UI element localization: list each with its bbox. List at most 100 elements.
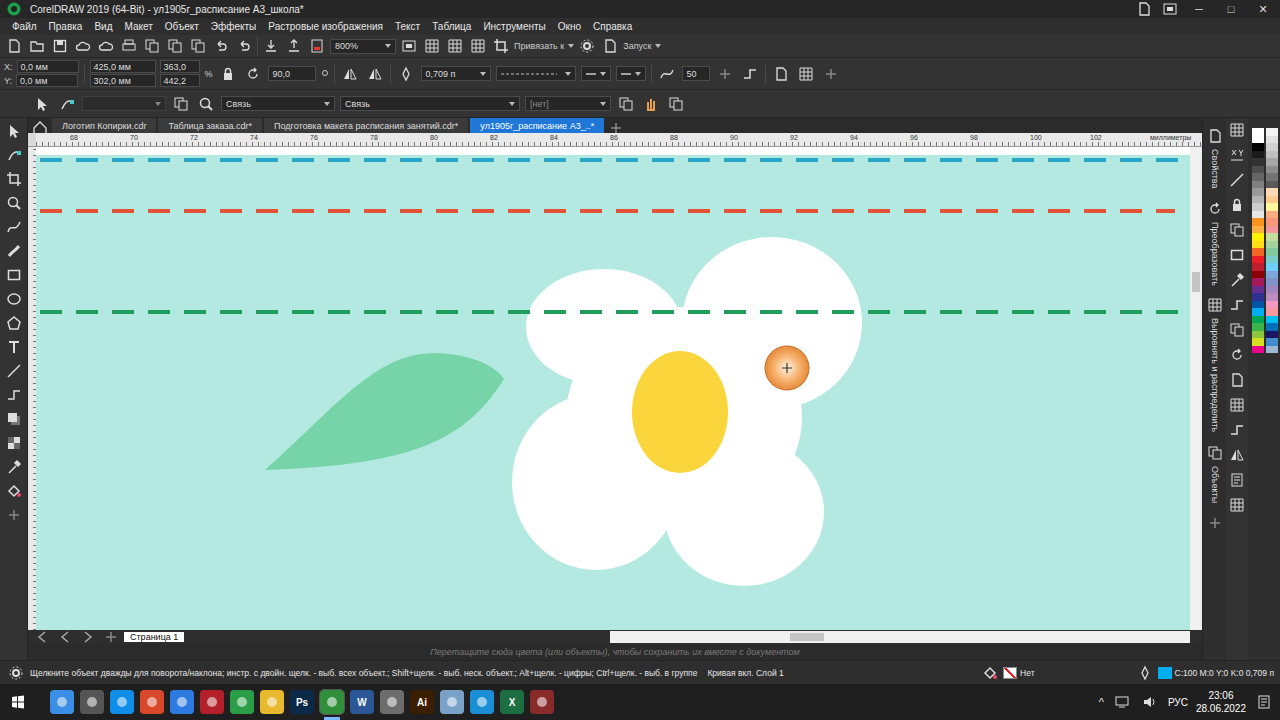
taskbar-app[interactable]: [530, 690, 554, 714]
launch-icon[interactable]: [600, 36, 620, 56]
color-swatch[interactable]: [1252, 143, 1264, 151]
taskbar-app[interactable]: Ps: [290, 690, 314, 714]
doc-quick-icon[interactable]: [1227, 370, 1247, 390]
doc-icon[interactable]: [4, 36, 24, 56]
line-tool-icon[interactable]: [4, 361, 24, 381]
color-swatch[interactable]: [1252, 166, 1264, 174]
color-swatch[interactable]: [1252, 203, 1264, 211]
end-arrow-dropdown[interactable]: [616, 66, 646, 81]
cloud-icon[interactable]: [96, 36, 116, 56]
redo-icon[interactable]: [234, 36, 254, 56]
menu-item[interactable]: Таблица: [426, 21, 477, 32]
scale-field[interactable]: 442,2: [160, 74, 200, 87]
color-swatch[interactable]: [1266, 173, 1278, 181]
color-swatch[interactable]: [1252, 136, 1264, 144]
save-icon[interactable]: [50, 36, 70, 56]
color-swatch[interactable]: [1266, 308, 1278, 316]
line-style-dropdown[interactable]: [496, 66, 576, 81]
color-swatch[interactable]: [1266, 211, 1278, 219]
docker-tab[interactable]: Выровнять и распределить: [1205, 295, 1225, 432]
grid-quick-icon[interactable]: [1227, 120, 1247, 140]
rotate-quick-icon[interactable]: [1227, 345, 1247, 365]
free-tool-icon[interactable]: [4, 217, 24, 237]
search-icon[interactable]: [196, 94, 216, 114]
rect-quick-icon[interactable]: [1227, 245, 1247, 265]
print-icon[interactable]: [119, 36, 139, 56]
document-tab[interactable]: Логотип Копирки.cdr: [52, 118, 156, 133]
grid-quick-icon[interactable]: [1227, 395, 1247, 415]
none-dropdown[interactable]: [нет]: [525, 96, 611, 111]
mirror-horizontal-icon[interactable]: [340, 64, 360, 84]
wrap-text-icon[interactable]: [771, 64, 791, 84]
menu-item[interactable]: Вид: [88, 21, 118, 32]
color-swatch[interactable]: [1252, 128, 1264, 136]
color-swatch[interactable]: [1252, 173, 1264, 181]
color-swatch[interactable]: [1266, 301, 1278, 309]
taskbar-app[interactable]: W: [350, 690, 374, 714]
network-icon[interactable]: [1112, 692, 1132, 712]
color-swatch[interactable]: [1266, 323, 1278, 331]
snap-button[interactable]: Привязать к: [514, 41, 574, 51]
color-swatch[interactable]: [1252, 256, 1264, 264]
copy-icon[interactable]: [142, 36, 162, 56]
color-swatch[interactable]: [1266, 278, 1278, 286]
scroll-thumb[interactable]: [790, 633, 824, 641]
horizontal-scrollbar[interactable]: [610, 631, 1190, 643]
color-swatch[interactable]: [1266, 203, 1278, 211]
docker-icon[interactable]: [1205, 126, 1225, 146]
color-swatch[interactable]: [1252, 248, 1264, 256]
dropper-tool-icon[interactable]: [4, 457, 24, 477]
color-swatch[interactable]: [1266, 136, 1278, 144]
scale-field[interactable]: 363,0: [160, 60, 200, 73]
grid-icon[interactable]: [422, 36, 442, 56]
color-swatch[interactable]: [1252, 151, 1264, 159]
grid-quick-icon[interactable]: [1227, 495, 1247, 515]
menu-item[interactable]: Растровые изображения: [262, 21, 389, 32]
color-swatch[interactable]: [1252, 278, 1264, 286]
taskbar-app[interactable]: [230, 690, 254, 714]
undo-icon[interactable]: [211, 36, 231, 56]
color-swatch[interactable]: [1266, 143, 1278, 151]
outline-width-field[interactable]: 0,709 п: [421, 66, 491, 81]
window-control[interactable]: ✕: [1250, 3, 1276, 16]
scroll-thumb[interactable]: [1192, 272, 1200, 292]
color-swatch[interactable]: [1252, 331, 1264, 339]
grid-icon[interactable]: [445, 36, 465, 56]
arrow-tool-icon[interactable]: [4, 121, 24, 141]
settings-icon[interactable]: [6, 663, 26, 683]
menu-item[interactable]: Файл: [6, 21, 43, 32]
plus-tool-icon[interactable]: [4, 505, 24, 525]
docker-icon[interactable]: [1205, 295, 1225, 315]
taskbar-app[interactable]: [470, 690, 494, 714]
link-dropdown[interactable]: Связь: [340, 96, 520, 111]
menu-item[interactable]: Справка: [587, 21, 638, 32]
menu-item[interactable]: Инструменты: [477, 21, 551, 32]
transp-tool-icon[interactable]: [4, 433, 24, 453]
menu-item[interactable]: Объект: [159, 21, 205, 32]
color-swatch[interactable]: [1252, 293, 1264, 301]
menu-item[interactable]: Окно: [552, 21, 587, 32]
position-field[interactable]: 0,0 мм: [16, 74, 78, 87]
color-swatch[interactable]: [1252, 181, 1264, 189]
drawing-canvas[interactable]: [36, 147, 1190, 630]
color-swatch[interactable]: [1266, 196, 1278, 204]
add-icon[interactable]: [821, 64, 841, 84]
node-tool-icon[interactable]: [4, 145, 24, 165]
window-control[interactable]: ─: [1186, 3, 1212, 15]
menu-item[interactable]: Макет: [118, 21, 158, 32]
folder-icon[interactable]: [27, 36, 47, 56]
extra-icon[interactable]: [666, 94, 686, 114]
color-swatch[interactable]: [1252, 323, 1264, 331]
color-swatch[interactable]: [1252, 263, 1264, 271]
color-swatch[interactable]: [1266, 128, 1278, 136]
zoom-tool-icon[interactable]: [4, 193, 24, 213]
color-swatch[interactable]: [1266, 338, 1278, 346]
taskbar-app[interactable]: [320, 690, 344, 714]
color-swatch[interactable]: [1266, 256, 1278, 264]
docker-tab[interactable]: Объекты: [1205, 443, 1225, 503]
crop-tool-icon[interactable]: [4, 169, 24, 189]
color-swatch[interactable]: [1252, 226, 1264, 234]
note-quick-icon[interactable]: [1227, 470, 1247, 490]
connector-quick-icon[interactable]: [1227, 420, 1247, 440]
input-language[interactable]: РУС: [1168, 697, 1188, 708]
